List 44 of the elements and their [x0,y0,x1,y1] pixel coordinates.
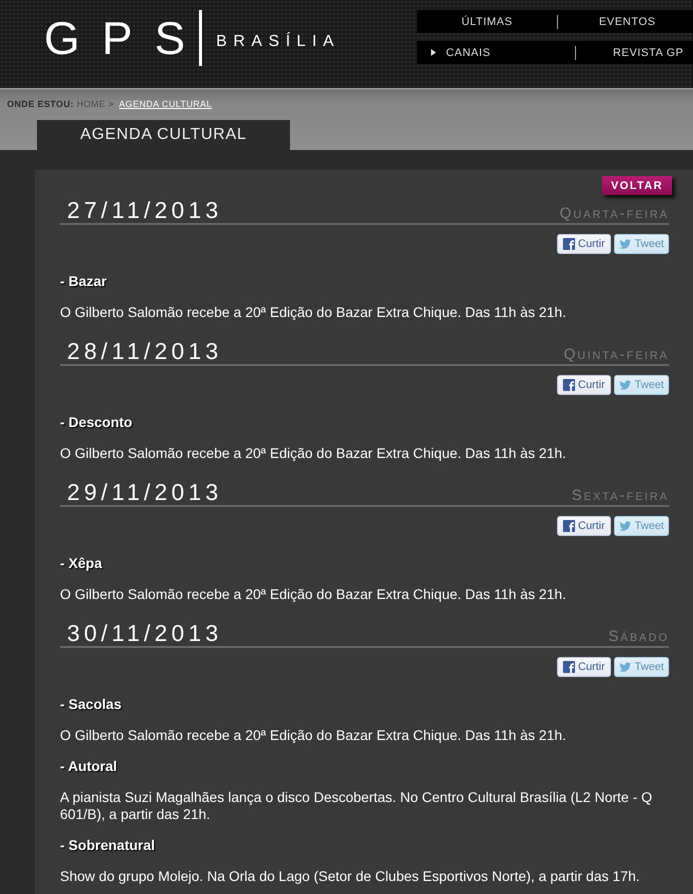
facebook-icon [563,661,575,673]
event-description: O Gilberto Salomão recebe a 20ª Edição do Bazar Extra Chique. Das 11h às 21h. [60,304,568,321]
date-heading: 29/11/2013 [67,479,222,505]
nav-link[interactable]: CANAIS [417,46,575,58]
breadcrumb-label: ONDE ESTOU: [7,99,74,110]
weekday-label: Sábado [608,628,669,646]
bird-icon [619,520,632,532]
event-description: O Gilberto Salomão recebe a 20ª Edição do Bazar Extra Chique. Das 11h às 21h. [60,727,568,744]
facebook-icon [563,238,575,250]
facebook-icon [563,520,575,532]
bird-icon [619,238,632,250]
nav-link[interactable]: ÚLTIMAS [417,16,557,28]
event-description: O Gilberto Salomão recebe a 20ª Edição do Bazar Extra Chique. Das 11h às 21h. [60,445,568,462]
like-button[interactable]: Curtir [557,516,611,536]
logo-city: BRASÍLIA [216,33,340,51]
event-title: - Sobrenatural [60,837,155,854]
breadcrumb-separator: > [108,99,114,110]
event-title: - Sacolas [60,696,122,713]
date-heading: 28/11/2013 [67,338,222,364]
breadcrumb-link[interactable]: AGENDA CULTURAL [119,99,212,110]
like-button[interactable]: Curtir [557,234,611,254]
weekday-label: Quarta-feira [560,205,669,223]
weekday-label: Sexta-feira [572,487,669,505]
weekday-label: Quinta-feira [564,346,669,364]
date-heading: 30/11/2013 [67,620,222,646]
event-title: - Autoral [60,758,118,775]
logo-wordmark[interactable]: GPS [44,15,208,61]
caret-icon [431,49,436,56]
section-heading: AGENDA CULTURAL [37,120,290,150]
nav-link[interactable]: EVENTOS [558,16,693,28]
facebook-icon [563,379,575,391]
bird-icon [619,662,632,672]
event-title: - Xêpa [60,555,102,572]
event-description: Show do grupo Molejo. Na Orla do Lago (Setor de Clubes Esportivos Norte), a partir das 17h. [60,868,641,885]
event-description: A pianista Suzi Magalhães lança o disco Descobertas. No Centro Cultural Brasília (L2 Norte - Q 601/B), a partir das 21h. [60,789,654,823]
like-button[interactable]: Curtir [557,375,611,395]
back-button[interactable]: VOLTAR [602,176,672,195]
event-title: - Bazar [60,273,107,290]
event-description: O Gilberto Salomão recebe a 20ª Edição do Bazar Extra Chique. Das 11h às 21h. [60,586,568,603]
date-heading: 27/11/2013 [67,197,222,223]
event-title: - Desconto [60,414,132,431]
nav-link[interactable]: REVISTA GP [576,46,693,58]
bird-icon [619,380,632,390]
like-button[interactable]: Curtir [557,657,611,677]
